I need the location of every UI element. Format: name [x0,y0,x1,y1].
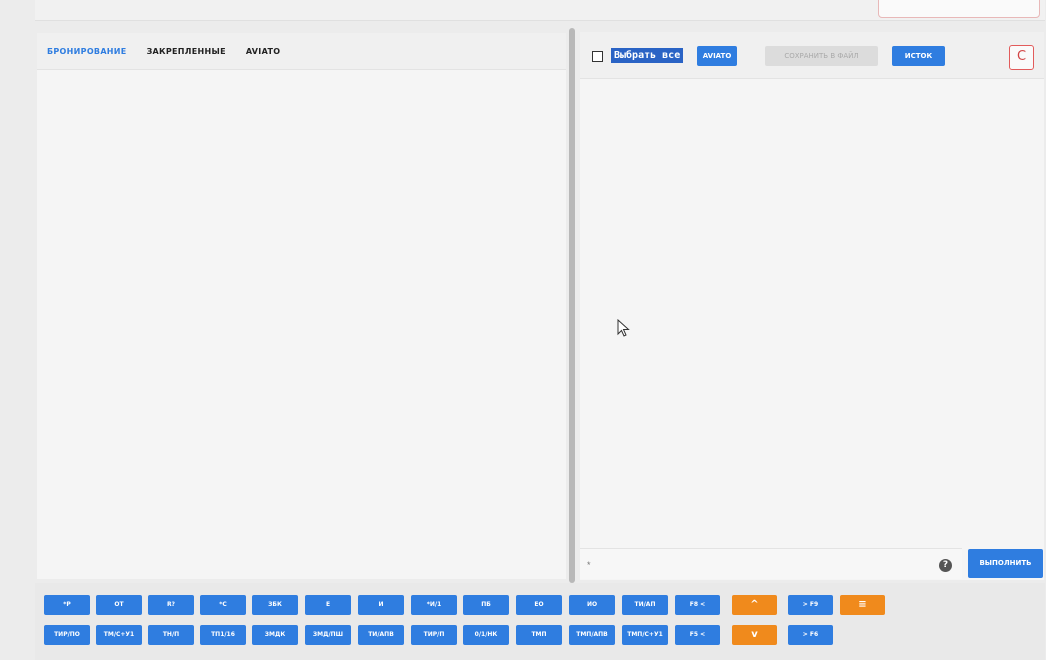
key-i1[interactable]: *И/1 [411,595,457,615]
key-i[interactable]: И [358,595,404,615]
key-down-arrow[interactable]: v [732,625,777,645]
aviato-button[interactable]: AVIATO [697,46,737,66]
key-up-arrow[interactable]: ^ [732,595,777,615]
key-f6[interactable]: > F6 [788,625,833,645]
key-f8[interactable]: F8 < [675,595,720,615]
source-button[interactable]: ИСТОК [892,46,945,66]
key-01-nk[interactable]: 0/1/НК [463,625,509,645]
function-keyboard: *P OT R? *C ЗБК E И *И/1 ПБ EO ИО ТИ/АП … [35,583,1045,660]
key-io[interactable]: ИО [569,595,615,615]
top-action-outline[interactable] [878,0,1040,18]
key-ti-ap[interactable]: ТИ/АП [622,595,668,615]
key-f5[interactable]: F5 < [675,625,720,645]
tab-pinned[interactable]: ЗАКРЕПЛЕННЫЕ [147,47,226,56]
key-f9[interactable]: > F9 [788,595,833,615]
mouse-cursor-icon [617,319,630,337]
key-tn-p[interactable]: ТН/П [148,625,194,645]
right-toolbar: Выбрать все AVIATO СОХРАНИТЬ В ФАЙЛ ИСТО… [580,32,1044,79]
key-ti-apv[interactable]: ТИ/АПВ [358,625,404,645]
key-menu-icon[interactable]: ≡ [840,595,885,615]
key-zmd-psh[interactable]: ЗМД/ПШ [305,625,351,645]
left-panel: БРОНИРОВАНИЕ ЗАКРЕПЛЕННЫЕ AVIATO [37,33,566,579]
panel-splitter[interactable] [569,28,575,583]
command-input[interactable] [585,555,929,575]
refresh-icon[interactable]: C [1009,45,1034,70]
key-c[interactable]: *C [200,595,246,615]
command-row: ? [580,548,962,579]
key-zbk[interactable]: ЗБК [252,595,298,615]
left-tabs: БРОНИРОВАНИЕ ЗАКРЕПЛЕННЫЕ AVIATO [37,33,566,70]
key-pb[interactable]: ПБ [463,595,509,615]
tab-aviato[interactable]: AVIATO [246,47,280,56]
key-e[interactable]: E [305,595,351,615]
select-all-label[interactable]: Выбрать все [611,48,684,63]
key-tm-su1[interactable]: ТМ/С+У1 [96,625,142,645]
run-button[interactable]: ВЫПОЛНИТЬ [968,549,1043,578]
key-eo[interactable]: EO [516,595,562,615]
tab-booking[interactable]: БРОНИРОВАНИЕ [47,47,127,56]
key-p[interactable]: *P [44,595,90,615]
select-all-checkbox[interactable] [592,51,603,62]
key-ot[interactable]: OT [96,595,142,615]
key-r[interactable]: R? [148,595,194,615]
right-panel: Выбрать все AVIATO СОХРАНИТЬ В ФАЙЛ ИСТО… [580,32,1044,580]
key-tmp[interactable]: ТМП [516,625,562,645]
key-tmp-su1[interactable]: ТМП/С+У1 [622,625,668,645]
key-tir-po[interactable]: ТИР/ПО [44,625,90,645]
key-tp1-16[interactable]: ТП1/16 [200,625,246,645]
help-icon[interactable]: ? [939,559,952,572]
key-tir-p[interactable]: ТИР/П [411,625,457,645]
save-to-file-button[interactable]: СОХРАНИТЬ В ФАЙЛ [765,46,878,66]
key-tmp-apv[interactable]: ТМП/АПВ [569,625,615,645]
key-zmdk[interactable]: ЗМДК [252,625,298,645]
